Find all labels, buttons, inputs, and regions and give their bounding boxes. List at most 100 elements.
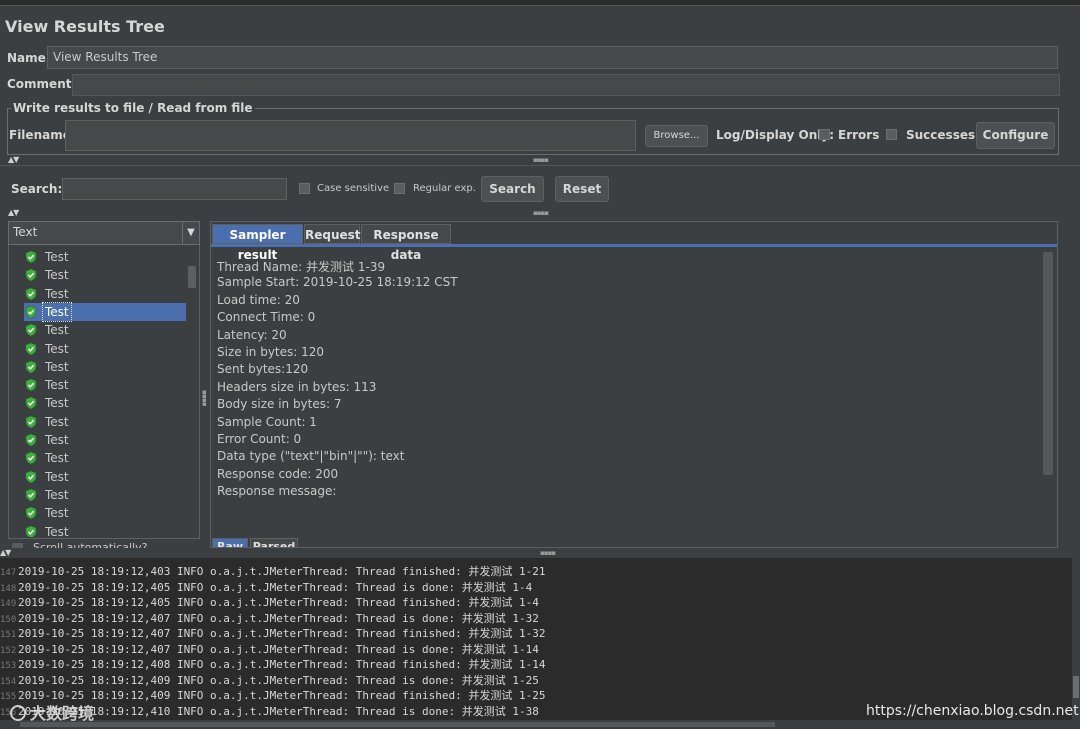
sampler-result-line: Data type ("text"|"bin"|""): text [217,449,405,464]
tree-item-label: Test [45,286,69,301]
collapse-arrows-icon[interactable]: ▲▼ [8,208,19,217]
tree-item-label: Test [45,341,69,356]
watermark-logo-icon [10,705,26,721]
log-scrollbar[interactable] [1072,558,1080,720]
success-shield-icon [25,378,37,392]
tree-item-label: Test [45,396,69,411]
search-button[interactable]: Search [481,176,544,202]
splitter-line[interactable] [0,165,1080,166]
errors-label: Errors [838,128,880,142]
search-label: Search: [11,182,63,196]
tree-item[interactable]: Test [24,449,186,467]
success-shield-icon [25,268,37,282]
log-hscrollbar[interactable] [0,720,1080,729]
tree-item[interactable]: Test [24,413,186,431]
tree-item[interactable]: Test [24,248,186,266]
tree-item-label: Test [45,469,69,484]
tab-sampler-result[interactable]: Sampler result [212,224,303,262]
tree-item[interactable]: Test [24,486,186,504]
log-line-text: 2019-10-25 18:19:12,407 INFO o.a.j.t.JMe… [18,642,539,656]
errors-checkbox[interactable] [819,129,830,140]
log-line: 152 2019-10-25 18:19:12,407 INFO o.a.j.t.… [0,642,539,658]
sampler-result-line: Load time: 20 [217,292,300,307]
tree-item-label: Test [45,323,69,338]
tab-request[interactable]: Request [304,224,361,244]
comments-field[interactable] [72,74,1060,96]
tree-scrollbar[interactable] [186,248,198,538]
case-sensitive-label: Case sensitive [317,183,390,194]
tree-item-label: Test [45,378,69,393]
tree-item-label: Test [45,487,69,502]
tree-item[interactable]: Test [24,504,186,522]
log-line: 149 2019-10-25 18:19:12,405 INFO o.a.j.t.… [0,595,539,611]
success-shield-icon [25,305,37,319]
browse-button[interactable]: Browse... [645,125,708,147]
name-field[interactable]: View Results Tree [47,46,1058,69]
tree-item-label: Test [45,359,69,374]
sampler-result-line: Connect Time: 0 [217,310,316,325]
splitter-grip-icon[interactable]: ▪▪▪▪ [533,156,549,164]
filename-field[interactable] [65,120,636,151]
tree-item[interactable]: Test [24,266,186,284]
success-shield-icon [25,323,37,337]
success-shield-icon [25,287,37,300]
tree-item[interactable]: Test [24,358,186,376]
log-line: 154 2019-10-25 18:19:12,409 INFO o.a.j.t.… [0,673,539,689]
tree-item[interactable]: Test [24,394,186,412]
successes-checkbox[interactable] [886,129,897,140]
tree-item[interactable]: Test [24,523,186,538]
tab-raw[interactable]: Raw [212,538,248,548]
log-scrollbar-thumb[interactable] [1073,676,1079,698]
sampler-result-line: Headers size in bytes: 113 [217,379,377,394]
success-shield-icon [25,525,37,537]
vertical-splitter-grip-icon[interactable]: ▪ ▪ ▪ ▪ [202,389,207,408]
regular-exp-checkbox[interactable] [394,183,405,194]
collapse-arrows-icon[interactable]: ▲▼ [8,155,19,164]
sampler-result-line: Body size in bytes: 7 [217,397,342,412]
splitter-grip-icon[interactable]: ▪▪▪▪ [540,549,556,557]
dropdown-arrow-icon[interactable]: ▼ [182,222,199,244]
success-shield-icon [25,451,37,465]
log-line-text: 2019-10-25 18:19:12,410 INFO o.a.j.t.JMe… [18,704,539,718]
log-line-text: 2019-10-25 18:19:12,405 INFO o.a.j.t.JMe… [18,596,539,609]
sampler-result-line: Sample Start: 2019-10-25 18:19:12 CST [217,275,458,290]
success-shield-icon [25,506,37,520]
tree-item[interactable]: Test [24,431,186,449]
success-shield-icon [25,360,37,374]
tree-item[interactable]: Test [24,376,186,394]
log-line: 148 2019-10-25 18:19:12,405 INFO o.a.j.t.… [0,580,532,596]
search-input[interactable] [62,178,287,200]
tree-item[interactable]: Test [24,340,186,358]
tree-item-label: Test [45,451,69,466]
tree-item[interactable]: Test [24,321,186,339]
tree-item-label: Test [45,506,69,521]
page-title: View Results Tree [5,17,165,36]
tree-item-label: Test [45,268,69,283]
tree-scrollbar-thumb[interactable] [188,266,196,288]
tree-item-label: Test [45,250,69,264]
tree-item-label: Test [45,524,69,538]
file-group-legend: Write results to file / Read from file [11,101,255,115]
splitter-grip-icon[interactable]: ▪▪▪▪ [533,209,549,217]
reset-button[interactable]: Reset [555,176,609,202]
tree-item[interactable]: Test [24,285,186,303]
log-line-text: 2019-10-25 18:19:12,405 INFO o.a.j.t.JMe… [18,580,533,594]
log-line-text: 2019-10-25 18:19:12,403 INFO o.a.j.t.JMe… [18,565,546,578]
tab-response-data[interactable]: Response data [361,224,451,262]
tab-parsed[interactable]: Parsed [250,538,298,548]
tree-item[interactable]: Test [24,301,186,322]
tree-item-label: Test [45,433,69,447]
success-shield-icon [25,397,37,410]
renderer-select[interactable]: Text ▼ [8,221,200,245]
renderer-select-value: Text [13,225,38,239]
case-sensitive-checkbox[interactable] [299,183,310,194]
success-shield-icon [25,250,37,264]
tree-item[interactable]: Test [24,468,186,486]
result-scrollbar-thumb[interactable] [1043,252,1053,475]
log-hscrollbar-thumb[interactable] [20,722,775,727]
successes-label: Successes [906,128,976,142]
collapse-arrows-icon[interactable]: ▲▼ [0,548,11,557]
filename-label: Filename [9,128,71,142]
configure-button[interactable]: Configure [976,122,1055,149]
log-line-text: 2019-10-25 18:19:12,408 INFO o.a.j.t.JMe… [18,658,546,671]
